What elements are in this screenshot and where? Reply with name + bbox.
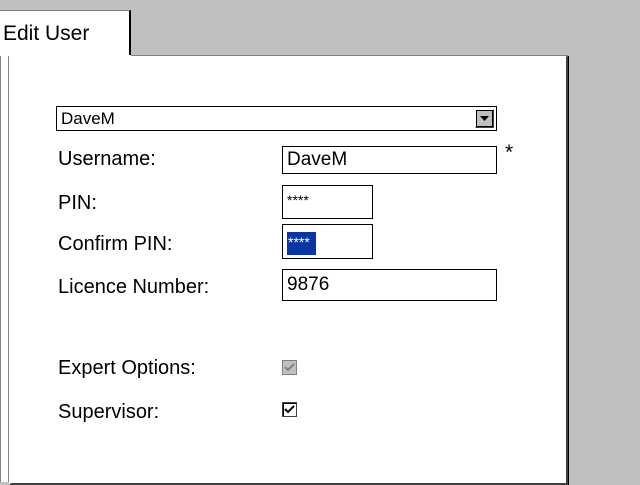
pin-label: PIN: — [58, 192, 97, 214]
confirm-pin-value: **** — [287, 232, 316, 255]
confirm-pin-label: Confirm PIN: — [58, 233, 173, 255]
licence-number-field[interactable]: 9876 — [282, 269, 497, 301]
expert-options-label: Expert Options: — [58, 357, 196, 379]
licence-number-value: 9876 — [287, 274, 330, 295]
panel-top-border — [131, 55, 568, 56]
chevron-down-icon — [480, 116, 489, 121]
username-field[interactable]: DaveM — [282, 146, 497, 174]
user-select-value: DaveM — [61, 109, 115, 128]
licence-number-label: Licence Number: — [58, 276, 210, 298]
username-value: DaveM — [287, 149, 348, 170]
expert-options-checkbox[interactable] — [282, 360, 297, 375]
dropdown-button[interactable] — [475, 109, 494, 128]
tab-edit-user[interactable]: Edit User — [0, 10, 131, 56]
pin-value: **** — [287, 192, 309, 208]
confirm-pin-field[interactable]: **** — [282, 224, 373, 259]
username-label: Username: — [58, 148, 156, 170]
pin-field[interactable]: **** — [282, 185, 373, 219]
supervisor-label: Supervisor: — [58, 401, 160, 423]
supervisor-checkbox[interactable] — [282, 402, 297, 417]
required-marker: * — [505, 141, 514, 164]
checkmark-icon — [284, 405, 295, 414]
tab-edit-user-label: Edit User — [3, 22, 90, 45]
checkmark-icon — [284, 363, 295, 372]
user-select-dropdown[interactable]: DaveM — [56, 106, 497, 131]
